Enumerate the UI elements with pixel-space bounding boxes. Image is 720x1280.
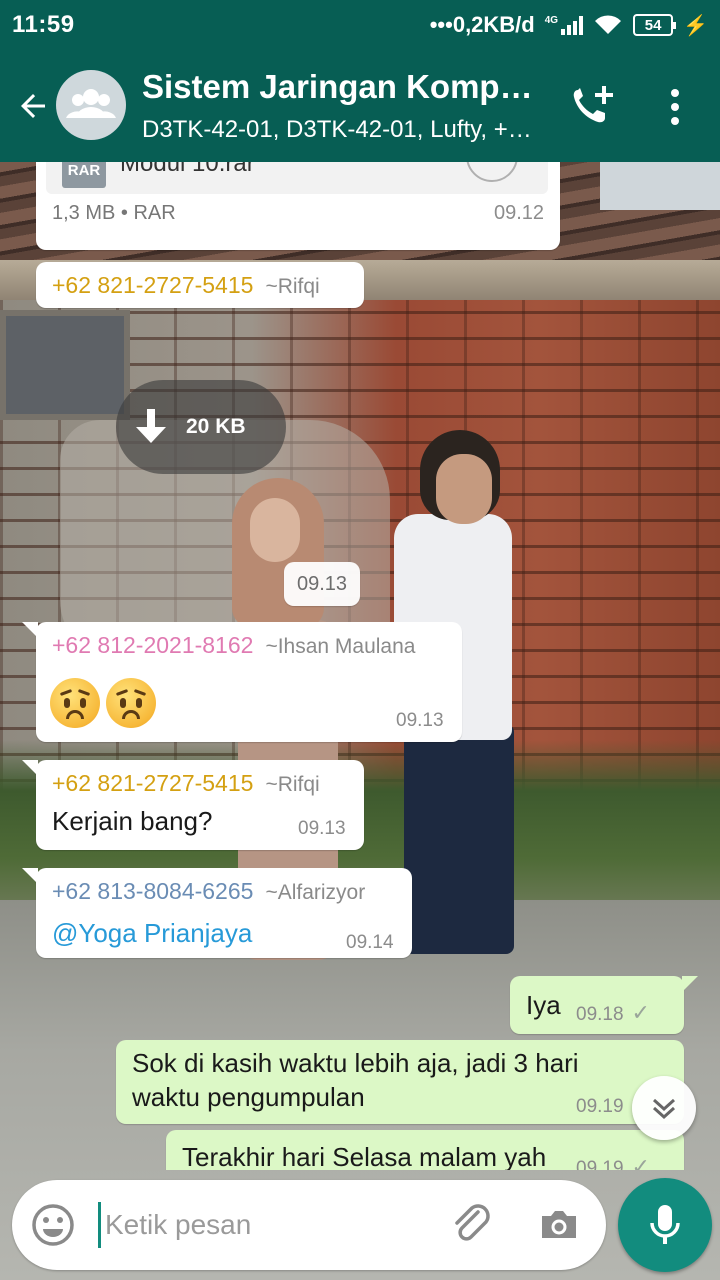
file-name: Modul 10.rar <box>120 162 255 177</box>
network-type: 4G <box>544 15 559 26</box>
sender-name: +62 821-2727-5415 ~Rifqi <box>52 272 320 299</box>
charging-icon: ⚡ <box>683 14 708 37</box>
sender-number: +62 821-2727-5415 <box>52 272 254 298</box>
scroll-to-bottom-button[interactable] <box>632 1076 696 1140</box>
battery-icon: 54 <box>633 14 677 36</box>
outgoing-message[interactable]: Sok di kasih waktu lebih aja, jadi 3 har… <box>116 1040 684 1124</box>
message-list[interactable]: RAR Modul 10.rar 1,3 MB • RAR 09.12 +62 … <box>0 162 720 1170</box>
message-time: 09.18 ✓ <box>576 1000 650 1025</box>
double-chevron-down-icon <box>652 1098 676 1120</box>
add-call-button[interactable] <box>568 84 618 130</box>
group-title[interactable]: Sistem Jaringan Komp… <box>142 68 542 106</box>
message-time: 09.19 <box>576 1096 624 1117</box>
file-message[interactable]: RAR Modul 10.rar 1,3 MB • RAR 09.12 <box>36 162 560 250</box>
file-attachment[interactable]: RAR Modul 10.rar <box>46 162 548 194</box>
outgoing-message[interactable]: Terakhir hari Selasa malam yah 09.19 ✓ <box>166 1130 684 1170</box>
outgoing-message[interactable]: Iya 09.18 ✓ <box>510 976 698 1034</box>
emoji-icon <box>32 1204 74 1246</box>
message-time: 09.14 <box>346 932 394 953</box>
more-options-button[interactable] <box>658 84 692 130</box>
sender-name: +62 813-8084-6265 ~Alfarizyor <box>52 878 365 905</box>
add-call-icon <box>573 86 613 123</box>
message-time: 09.13 <box>396 710 444 731</box>
status-time: 11:59 <box>12 11 75 38</box>
status-bar: 11:59 •••0,2KB/d 4G 54 ⚡ <box>0 0 720 50</box>
arrow-left-icon <box>21 94 45 118</box>
file-meta: 1,3 MB • RAR <box>52 202 176 224</box>
wifi-icon <box>595 15 622 34</box>
sender-tag-bubble[interactable]: +62 821-2727-5415 ~Rifqi <box>36 262 364 308</box>
sender-name: +62 812-2021-8162 ~Ihsan Maulana <box>52 632 415 659</box>
sender-nick: ~Alfarizyor <box>265 881 366 904</box>
more-vert-icon <box>671 89 679 97</box>
sender-nick: ~Rifqi <box>265 773 320 796</box>
media-size: 20 KB <box>186 415 246 438</box>
camera-button[interactable] <box>536 1202 582 1248</box>
sent-check-icon: ✓ <box>631 1000 650 1025</box>
camera-icon <box>542 1211 576 1238</box>
media-time-chip: 09.13 <box>284 562 360 606</box>
paperclip-icon <box>455 1204 490 1241</box>
message-time: 09.13 <box>298 818 346 839</box>
attach-button[interactable] <box>448 1202 494 1248</box>
message-text: waktu pengumpulan <box>132 1082 365 1112</box>
mention-link[interactable]: @Yoga Prianjaya <box>52 918 252 949</box>
sender-number: +62 813-8084-6265 <box>52 878 254 904</box>
sent-check-icon: ✓ <box>631 1154 650 1170</box>
sender-nick: ~Rifqi <box>265 275 320 298</box>
message-text: Terakhir hari Selasa malam yah <box>182 1142 547 1170</box>
worried-face-emoji <box>50 678 100 728</box>
group-avatar[interactable] <box>56 70 126 140</box>
group-icon <box>66 89 116 118</box>
rar-file-icon: RAR <box>62 162 106 188</box>
file-download-button[interactable] <box>466 162 518 182</box>
battery-level: 54 <box>644 16 662 34</box>
message-time: 09.12 <box>494 202 545 224</box>
network-speed: •••0,2KB/d <box>429 12 535 37</box>
microphone-icon <box>650 1205 680 1244</box>
message-bubble-rifqi[interactable]: +62 821-2727-5415 ~Rifqi Kerjain bang? 09… <box>22 760 364 850</box>
message-text: Sok di kasih waktu lebih aja, jadi 3 har… <box>132 1048 579 1078</box>
message-composer <box>12 1180 606 1270</box>
voice-record-button[interactable] <box>618 1178 712 1272</box>
worried-face-emoji <box>106 678 156 728</box>
message-bubble-ihsan[interactable]: +62 812-2021-8162 ~Ihsan Maulana 09.13 <box>22 622 462 742</box>
sender-nick: ~Ihsan Maulana <box>265 635 416 658</box>
status-icons: •••0,2KB/d 4G 54 ⚡ <box>430 12 708 38</box>
message-text: Kerjain bang? <box>52 806 213 836</box>
sender-number: +62 821-2727-5415 <box>52 770 254 796</box>
back-button[interactable] <box>10 80 56 132</box>
sender-number: +62 812-2021-8162 <box>52 632 254 658</box>
emoji-button[interactable] <box>30 1202 76 1248</box>
sender-name: +62 821-2727-5415 ~Rifqi <box>52 770 320 797</box>
signal-icon: 4G <box>544 15 584 35</box>
message-text: Iya <box>526 990 561 1020</box>
media-download-button[interactable]: 20 KB <box>116 380 286 474</box>
message-input[interactable] <box>98 1202 428 1248</box>
download-icon <box>116 380 186 474</box>
group-participants[interactable]: D3TK-42-01, D3TK-42-01, Lufty, +… <box>142 116 542 144</box>
message-time: 09.19 ✓ <box>576 1154 650 1170</box>
message-bubble-alfarizyor[interactable]: +62 813-8084-6265 ~Alfarizyor @Yoga Prian… <box>22 868 412 958</box>
chat-header: Sistem Jaringan Komp… D3TK-42-01, D3TK-4… <box>0 50 720 162</box>
